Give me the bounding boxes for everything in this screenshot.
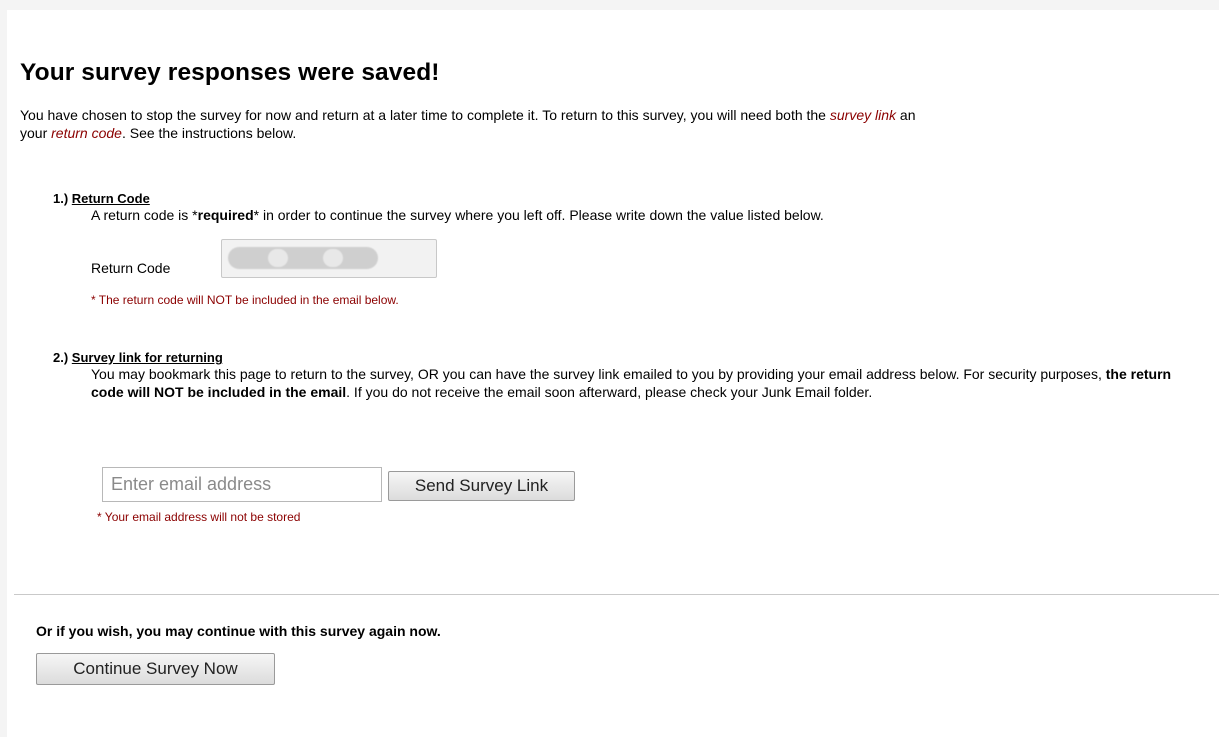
intro-text-part1: You have chosen to stop the survey for n… — [20, 107, 830, 123]
return-code-label: Return Code — [91, 260, 171, 276]
required-text: required — [197, 207, 254, 223]
instruction-text-part2: * in order to continue the survey where … — [253, 207, 824, 223]
intro-text: You have chosen to stop the survey for n… — [20, 106, 1219, 142]
send-survey-link-button[interactable]: Send Survey Link — [388, 471, 575, 501]
section-number: 1.) — [53, 191, 72, 206]
continue-survey-button[interactable]: Continue Survey Now — [36, 653, 275, 685]
instruction-text-part1: A return code is * — [91, 207, 198, 223]
survey-link-highlight: survey link — [829, 107, 897, 123]
return-code-section-title: 1.) Return Code — [53, 191, 150, 206]
intro-text-part4: . See the instructions below. — [121, 125, 297, 141]
redacted-return-code — [228, 247, 378, 269]
return-code-highlight: return code — [51, 125, 122, 141]
page-title: Your survey responses were saved! — [20, 59, 440, 86]
section-title-text: Return Code — [71, 191, 150, 206]
instruction-text-part2: . If you do not receive the email soon a… — [346, 384, 873, 400]
intro-text-part2: an — [896, 107, 916, 123]
section-title-text: Survey link for returning — [71, 350, 223, 365]
page-container: Your survey responses were saved! You ha… — [7, 10, 1219, 737]
return-code-value-field — [221, 239, 437, 278]
section-divider — [14, 594, 1219, 595]
survey-link-section-title: 2.) Survey link for returning — [53, 350, 223, 365]
instruction-text-part1: You may bookmark this page to return to … — [91, 366, 1106, 382]
survey-link-instructions: You may bookmark this page to return to … — [91, 365, 1201, 401]
return-code-instructions: A return code is *required* in order to … — [91, 206, 1211, 224]
continue-prompt: Or if you wish, you may continue with th… — [36, 623, 441, 639]
section-number: 2.) — [53, 350, 72, 365]
intro-text-part3: your — [20, 125, 52, 141]
email-privacy-note: * Your email address will not be stored — [97, 510, 301, 524]
return-code-note: * The return code will NOT be included i… — [91, 293, 399, 307]
email-input[interactable] — [102, 467, 382, 502]
